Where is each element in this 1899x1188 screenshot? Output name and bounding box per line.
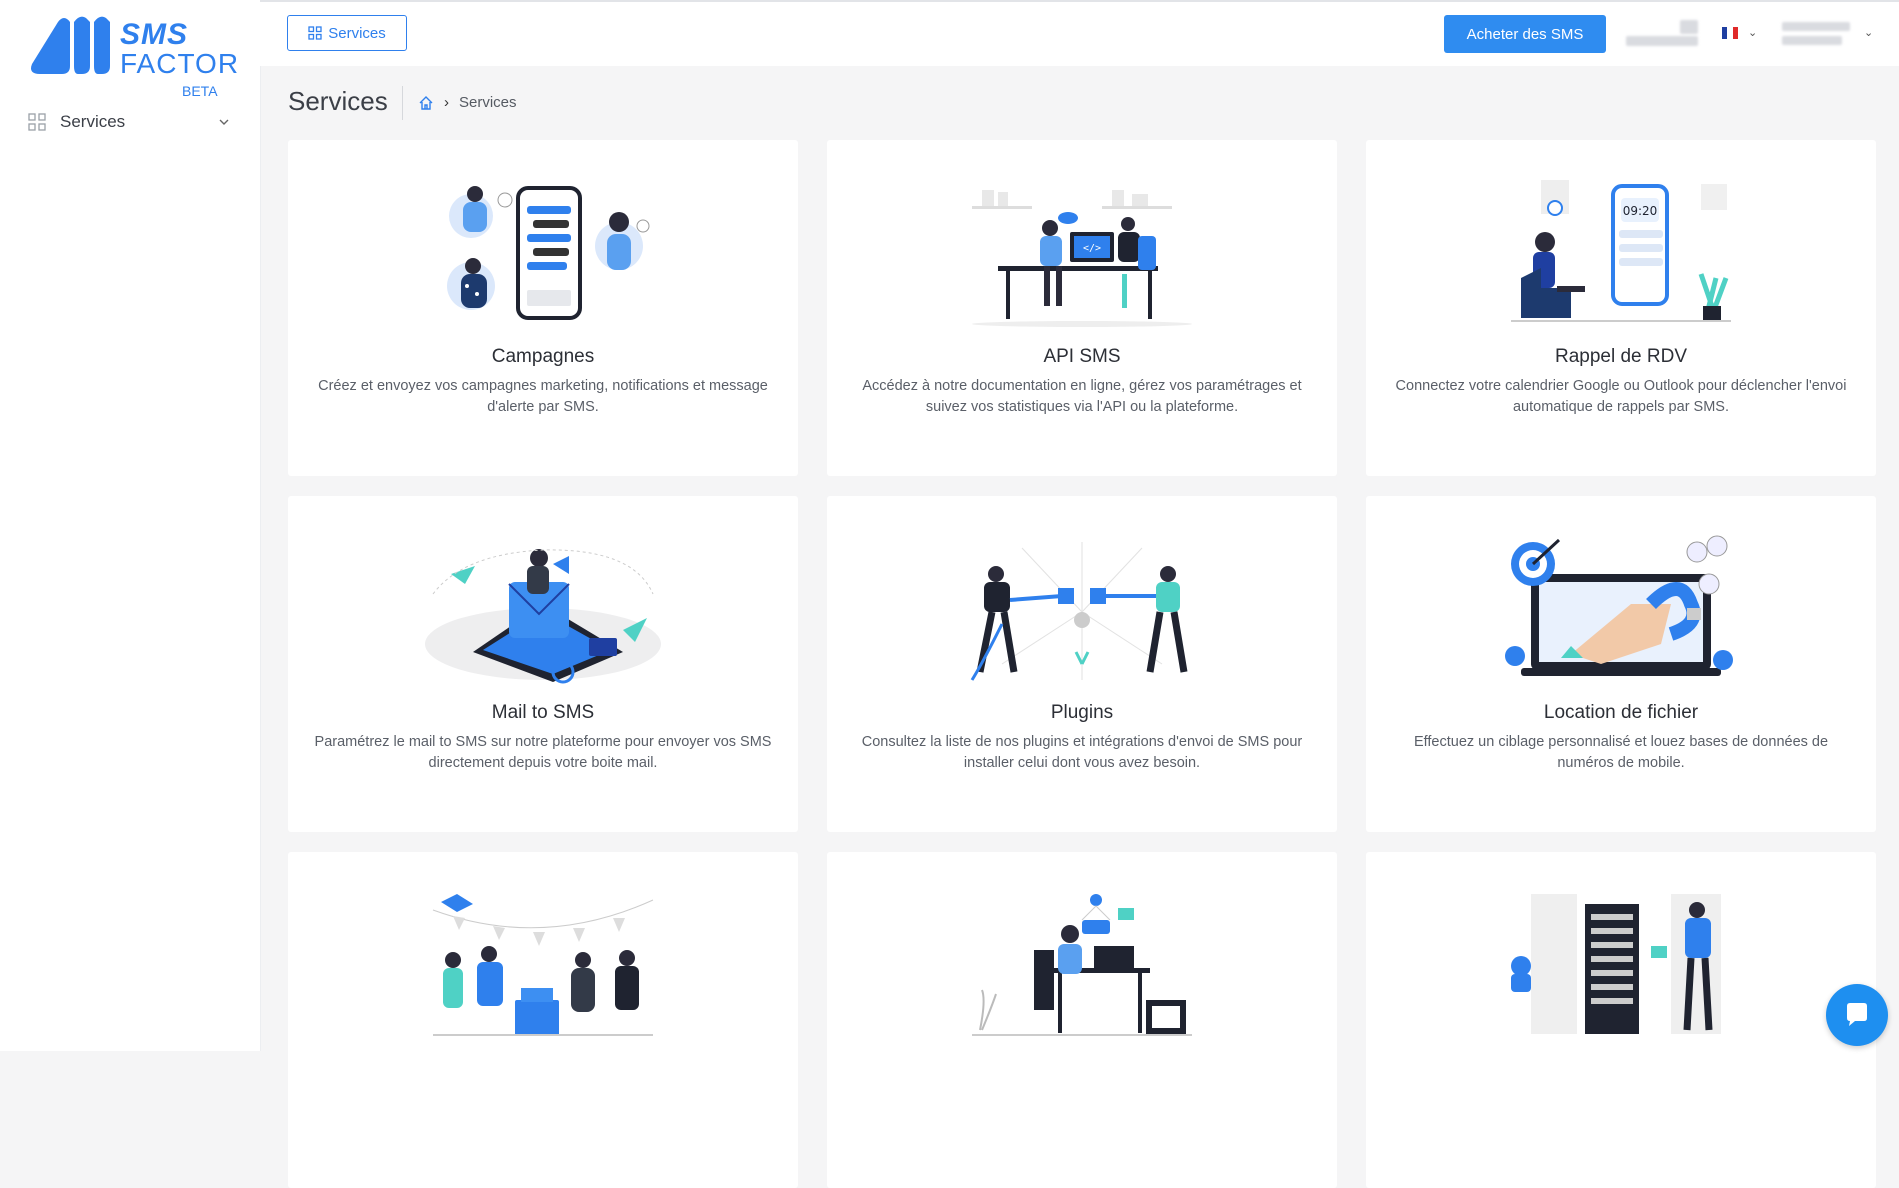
card-description: Consultez la liste de nos plugins et int… [861, 734, 1303, 771]
blurred-account-text [1626, 36, 1698, 46]
sidebar-item-label: Services [60, 112, 126, 131]
language-flag-icon[interactable] [1722, 27, 1738, 39]
campaigns-illustration-icon [447, 186, 650, 320]
card-description: Effectuez un ciblage personnalisé et lou… [1413, 734, 1829, 771]
card-plugins[interactable]: Plugins Consultez la liste de nos plugin… [827, 496, 1337, 832]
chat-support-button[interactable] [1826, 984, 1888, 1046]
mail-to-sms-illustration-icon [425, 549, 661, 684]
chat-bubble-icon [1847, 1003, 1867, 1026]
card-rappel-rdv[interactable]: 09:20 Rappel de RDV Connectez votre cale… [1366, 140, 1876, 476]
card-description: Accédez à notre documentation en ligne, … [862, 378, 1302, 415]
card-8[interactable] [827, 852, 1337, 1188]
card-title: Campagnes [491, 346, 595, 367]
card-description: Connectez votre calendrier Google ou Out… [1395, 378, 1847, 415]
chevron-right-icon: › [444, 94, 449, 111]
grid-icon [28, 113, 46, 131]
card-campagnes[interactable]: Campagnes Créez et envoyez vos campagnes… [288, 140, 798, 476]
party-illustration-icon [432, 894, 654, 1036]
servers-illustration-icon [1511, 894, 1721, 1034]
card-7[interactable] [288, 852, 798, 1188]
sidebar-item-services[interactable]: Services [28, 108, 230, 136]
services-button-label: Services [328, 24, 386, 42]
card-description: Créez et envoyez vos campagnes marketing… [318, 378, 768, 415]
card-title: Location de fichier [1543, 702, 1699, 723]
grid-icon [308, 26, 322, 40]
title-divider [402, 86, 403, 120]
sms-factor-logo[interactable]: SMS FACTOR BETA [28, 14, 238, 98]
chevron-down-icon[interactable] [218, 116, 230, 128]
beta-badge: BETA [182, 83, 218, 99]
blurred-user-name [1782, 22, 1850, 31]
blurred-user-role [1782, 36, 1842, 45]
card-location-fichier[interactable]: Location de fichier Effectuez un ciblage… [1366, 496, 1876, 832]
logo-mark-icon [31, 16, 110, 75]
file-rental-illustration-icon [1505, 535, 1733, 676]
top-bar: Services Acheter des SMS ⌄ ⌄ [260, 0, 1899, 66]
chevron-down-icon[interactable]: ⌄ [1864, 26, 1873, 39]
card-mail-to-sms[interactable]: Mail to SMS Paramétrez le mail to SMS su… [288, 496, 798, 832]
logo-wordmark: SMS FACTOR BETA [120, 18, 240, 99]
card-title: Rappel de RDV [1554, 346, 1688, 367]
buy-sms-button[interactable]: Acheter des SMS [1444, 15, 1606, 53]
developer-desk-illustration-icon [972, 894, 1192, 1036]
plugins-illustration-icon [970, 542, 1188, 681]
card-title: Plugins [1050, 702, 1114, 723]
sidebar: SMS FACTOR BETA Services [0, 0, 261, 1051]
card-description: Paramétrez le mail to SMS sur notre plat… [314, 734, 772, 771]
card-title: Mail to SMS [491, 702, 595, 723]
svg-text:</>: </> [1083, 243, 1101, 254]
reminder-time-text: 09:20 [1623, 204, 1658, 218]
card-title: API SMS [1043, 346, 1121, 367]
home-icon[interactable] [418, 95, 434, 111]
card-api-sms[interactable]: </> API SMS Accédez à notre documentatio… [827, 140, 1337, 476]
blurred-avatar [1680, 20, 1698, 34]
appointment-reminder-illustration-icon: 09:20 [1511, 180, 1731, 322]
chevron-down-icon[interactable]: ⌄ [1748, 26, 1757, 39]
api-developers-illustration-icon: </> [972, 190, 1192, 327]
page-title: Services [288, 86, 388, 116]
breadcrumb: › Services [418, 94, 517, 111]
breadcrumb-current: Services [459, 94, 517, 111]
card-9[interactable] [1366, 852, 1876, 1188]
services-button[interactable]: Services [287, 15, 407, 51]
